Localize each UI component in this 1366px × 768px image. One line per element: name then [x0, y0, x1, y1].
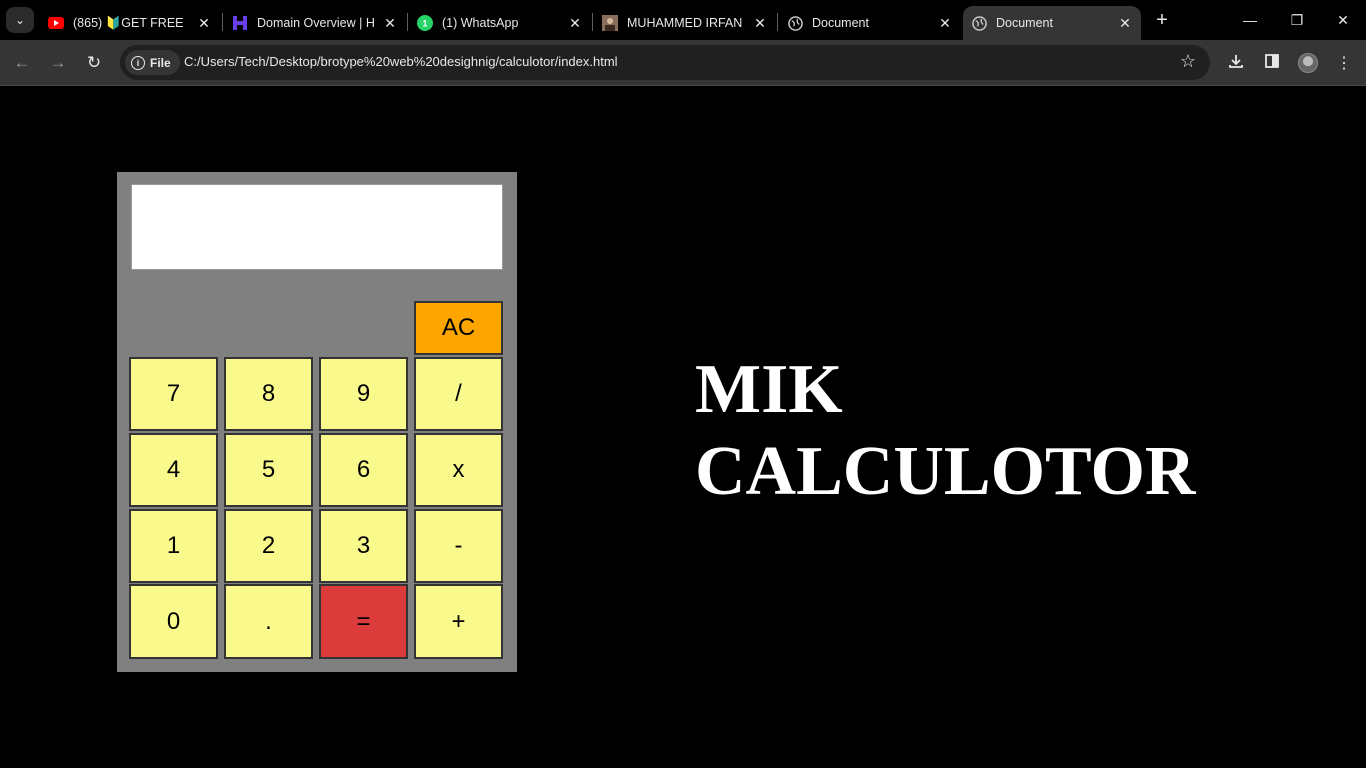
download-icon — [1228, 53, 1244, 74]
equals-button[interactable]: = — [319, 584, 408, 659]
site-info-chip[interactable]: i File — [125, 50, 180, 75]
menu-button[interactable]: ⋮ — [1331, 50, 1357, 76]
tab-document[interactable]: Document ✕ — [779, 6, 961, 40]
key-5[interactable]: 5 — [224, 433, 313, 507]
minimize-button[interactable]: — — [1238, 8, 1262, 32]
calculator: AC 7 8 9 / 4 5 6 x 1 2 3 - 0 . = + — [117, 172, 517, 672]
profile-button[interactable] — [1295, 50, 1321, 76]
minimize-icon: — — [1243, 12, 1257, 28]
close-icon[interactable]: ✕ — [380, 13, 400, 33]
key-6[interactable]: 6 — [319, 433, 408, 507]
tab-hostinger[interactable]: Domain Overview | Hostinger ✕ — [224, 6, 406, 40]
address-bar[interactable]: i File C:/Users/Tech/Desktop/brotype%20w… — [120, 45, 1210, 80]
more-vertical-icon: ⋮ — [1336, 55, 1352, 72]
reload-button[interactable]: ↻ — [81, 50, 107, 76]
multiply-button[interactable]: x — [414, 433, 503, 507]
side-panel-button[interactable] — [1259, 50, 1285, 76]
reload-icon: ↻ — [86, 53, 102, 72]
arrow-left-icon: ← — [13, 53, 31, 72]
side-panel-icon — [1264, 53, 1280, 74]
svg-text:1: 1 — [422, 19, 427, 29]
tab-title: (865) 🔰GET FREE .CO — [73, 15, 188, 30]
whatsapp-icon: 1 — [417, 15, 433, 31]
subtract-button[interactable]: - — [414, 509, 503, 583]
tab-separator — [407, 13, 408, 31]
close-icon[interactable]: ✕ — [750, 13, 770, 33]
tab-document-active[interactable]: Document ✕ — [963, 6, 1141, 40]
key-7[interactable]: 7 — [129, 357, 218, 431]
divide-button[interactable]: / — [414, 357, 503, 431]
tab-profile[interactable]: MUHAMMED IRFAN K ✕ — [594, 6, 776, 40]
key-4[interactable]: 4 — [129, 433, 218, 507]
back-button[interactable]: ← — [9, 50, 35, 76]
close-icon[interactable]: ✕ — [565, 13, 585, 33]
chevron-down-icon: ⌄ — [14, 13, 26, 27]
page-viewport: AC 7 8 9 / 4 5 6 x 1 2 3 - 0 . = + MIK C… — [0, 87, 1366, 768]
globe-icon — [971, 15, 987, 31]
youtube-icon — [48, 15, 64, 31]
tab-title: Document — [996, 16, 1053, 30]
key-1[interactable]: 1 — [129, 509, 218, 583]
tab-strip: ⌄ (865) 🔰GET FREE .CO ✕ Domain Overview … — [0, 0, 1366, 40]
calculator-display[interactable] — [131, 184, 503, 270]
decimal-button[interactable]: . — [224, 584, 313, 659]
tab-separator — [592, 13, 593, 31]
key-8[interactable]: 8 — [224, 357, 313, 431]
title-line-2: CALCULOTOR — [695, 433, 1196, 510]
restore-icon: ❐ — [1290, 11, 1304, 28]
url-text[interactable]: C:/Users/Tech/Desktop/brotype%20web%20de… — [184, 54, 618, 69]
key-3[interactable]: 3 — [319, 509, 408, 583]
key-9[interactable]: 9 — [319, 357, 408, 431]
browser-toolbar: ← → ↻ i File C:/Users/Tech/Desktop/broty… — [0, 40, 1366, 86]
site-info-label: File — [150, 55, 171, 70]
close-icon[interactable]: ✕ — [935, 13, 955, 33]
bookmark-star-icon[interactable]: ☆ — [1180, 51, 1196, 72]
key-0[interactable]: 0 — [129, 584, 218, 659]
info-icon: i — [131, 55, 145, 70]
tab-search-button[interactable]: ⌄ — [6, 7, 34, 33]
plus-icon: + — [1156, 8, 1168, 31]
tab-youtube[interactable]: (865) 🔰GET FREE .CO ✕ — [40, 6, 220, 40]
arrow-right-icon: → — [49, 53, 67, 72]
tab-title: Document — [812, 16, 869, 30]
tab-separator — [222, 13, 223, 31]
restore-button[interactable]: ❐ — [1285, 8, 1309, 32]
new-tab-button[interactable]: + — [1150, 8, 1174, 32]
tab-whatsapp[interactable]: 1 (1) WhatsApp ✕ — [409, 6, 591, 40]
close-icon[interactable]: ✕ — [194, 13, 214, 33]
tab-title: (1) WhatsApp — [442, 16, 519, 30]
close-window-button[interactable]: ✕ — [1331, 8, 1355, 32]
tab-title: Domain Overview | Hostinger — [257, 16, 374, 30]
downloads-button[interactable] — [1223, 50, 1249, 76]
page-title: MIK CALCULOTOR — [695, 349, 1195, 513]
key-2[interactable]: 2 — [224, 509, 313, 583]
hostinger-icon — [232, 15, 248, 31]
profile-photo-icon — [602, 15, 618, 31]
avatar — [1298, 53, 1318, 73]
close-icon[interactable]: ✕ — [1115, 13, 1135, 33]
globe-icon — [787, 15, 803, 31]
clear-button[interactable]: AC — [414, 301, 503, 355]
add-button[interactable]: + — [414, 584, 503, 659]
tab-title: MUHAMMED IRFAN K — [627, 16, 744, 30]
forward-button[interactable]: → — [45, 50, 71, 76]
tab-separator — [777, 13, 778, 31]
close-icon: ✕ — [1337, 11, 1349, 28]
title-line-1: MIK — [695, 351, 843, 428]
